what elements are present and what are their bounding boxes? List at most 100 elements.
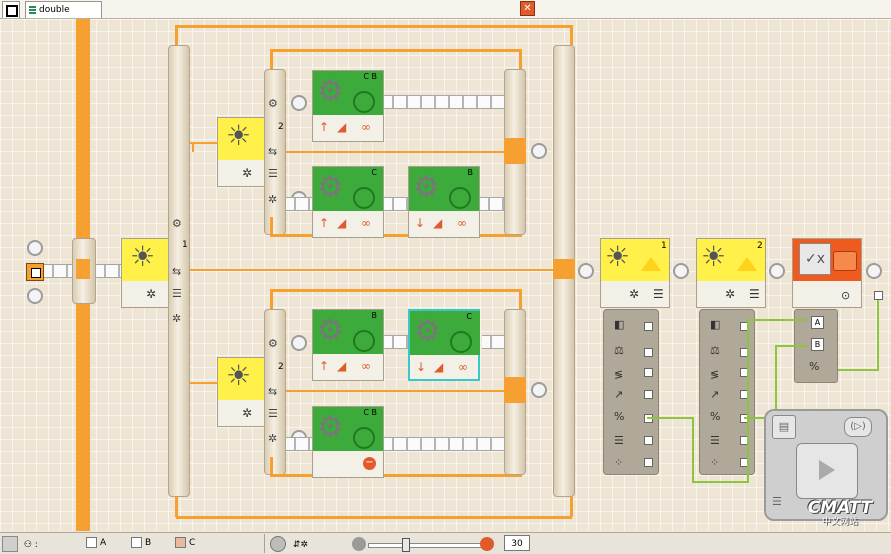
hub-port[interactable] [644, 368, 653, 377]
wire-segment [176, 516, 572, 519]
gear-icon: ⚙ [317, 170, 344, 205]
math-operator-icon: ✓x [799, 243, 831, 275]
light-sensor-icon: ☀ [130, 240, 156, 273]
wire-segment [190, 142, 218, 144]
data-hub-1[interactable]: ◧ ⚖ ≶ ↗ % ☰ ⁘ [603, 309, 659, 475]
divider [264, 534, 265, 553]
zoom-tool[interactable]: ⚇ : [2, 536, 38, 552]
data-wire [775, 345, 807, 347]
wire-segment [519, 49, 522, 69]
compare-icon: ≶ [710, 368, 720, 381]
motor-block-stop[interactable]: ⚙ C B − [312, 406, 384, 478]
math-input-a[interactable]: A [811, 316, 824, 329]
program-canvas[interactable]: ☀ ✲ 1 ⚙ ✲ ⇆ ☰ ☀ ✲ 2 ⚙ ✲ ⇆ ☰ ⚙ C B ↑ ◢ ∞ … [0, 19, 891, 531]
tab-double[interactable]: double [25, 1, 102, 18]
light-sensor-switch-bottom[interactable]: ☀ ✲ [217, 357, 265, 427]
wire-segment [176, 25, 572, 28]
pan-area[interactable] [796, 443, 858, 499]
wire-segment [270, 234, 522, 237]
rotate-icon [270, 536, 286, 552]
sequence-beam [384, 335, 408, 349]
hub-port[interactable] [644, 348, 653, 357]
light-sensor-block-1[interactable]: ☀ 1 ✲ ☰ [600, 238, 670, 308]
gear-icon: ⚙ [317, 313, 344, 348]
data-plug-icon: ☰ [268, 167, 278, 180]
output-plug-icon [833, 251, 857, 271]
stop-icon: − [363, 457, 376, 470]
unlimited-icon: ∞ [457, 216, 467, 230]
motor-block[interactable]: ⚙ C ↑ ◢ ∞ [312, 166, 384, 238]
settings-plug-icon: ⚙ [268, 337, 278, 350]
wire-segment [553, 259, 575, 279]
motor-block[interactable]: ⚙ B ↓ ◢ ∞ [408, 166, 480, 238]
sequence-beam [482, 335, 504, 349]
wire-segment [504, 377, 526, 403]
motor-block[interactable]: ⚙ B ↑ ◢ ∞ [312, 309, 384, 381]
hub-port[interactable] [644, 322, 653, 331]
data-plug-icon: ☰ [749, 287, 760, 301]
slider-thumb[interactable] [402, 538, 410, 552]
motor-block[interactable]: ⚙ C B ↑ ◢ ∞ [312, 70, 384, 142]
light-sensor-switch-top[interactable]: ☀ ✲ [217, 117, 265, 187]
wire-segment [190, 382, 218, 384]
sensor-settings-icon: ✲ [242, 406, 253, 420]
hub-port[interactable] [644, 390, 653, 399]
wire-segment [175, 25, 178, 45]
data-wire [775, 345, 777, 419]
light-sensor-block-2[interactable]: ☀ 2 ✲ ☰ [696, 238, 766, 308]
motor-port-label: C B [363, 408, 377, 417]
action-icon: ⇵✲ [292, 539, 308, 550]
wire-segment [570, 25, 573, 45]
sensor-port-number: 2 [757, 241, 763, 251]
slow-icon [352, 537, 366, 551]
motor-block-selected[interactable]: ⚙ C ↓ ◢ ∞ [408, 309, 480, 381]
hub-port[interactable] [644, 436, 653, 445]
math-input-b[interactable]: B [811, 338, 824, 351]
port-checkbox-b[interactable]: B [131, 536, 151, 550]
list-icon[interactable]: ☰ [772, 495, 792, 511]
output-port[interactable] [874, 291, 883, 300]
wire-segment [270, 289, 522, 292]
direction-up-icon: ↑ [319, 359, 330, 373]
intensity-icon: % [710, 410, 721, 423]
home-tab[interactable] [2, 1, 20, 18]
power-value-input[interactable]: 30 [504, 535, 530, 551]
data-wire [877, 295, 879, 371]
sensor-port-number: 1 [661, 241, 667, 251]
sequence-ring [291, 335, 307, 351]
port-checkbox-c[interactable]: C [175, 536, 195, 550]
power-control[interactable]: ⇵✲ [270, 536, 308, 552]
sequence-ring [673, 263, 689, 279]
play-icon [819, 460, 835, 480]
watermark-title: CMATT [807, 498, 873, 518]
compare-arrow-icon [641, 257, 661, 271]
forward-button[interactable]: (▷) [844, 417, 872, 437]
data-wire [747, 319, 807, 321]
wire-segment [519, 289, 522, 309]
light-sensor-icon: ☀ [605, 240, 631, 273]
motor-port-label: C [371, 168, 377, 177]
sequence-beam [384, 197, 408, 211]
port-checkbox-a[interactable]: A [86, 536, 106, 550]
gear-icon: ⚙ [317, 74, 344, 109]
close-icon[interactable]: ✕ [520, 1, 535, 16]
watermark: CMATT 中文网站 [792, 499, 888, 531]
wire-segment [286, 390, 504, 392]
motor-port-label: B [371, 311, 378, 320]
result-icon: % [809, 360, 820, 373]
wire-segment [270, 49, 273, 69]
settings-plug-icon: ✲ [268, 193, 278, 206]
light-sensor-switch-outer[interactable]: ☀ ✲ [121, 238, 169, 308]
binary-icon: ⁘ [710, 456, 720, 469]
raw-value-icon: ☰ [614, 434, 624, 447]
light-sensor-icon: ☀ [226, 359, 252, 392]
speed-slider[interactable] [352, 537, 494, 552]
port-label: A [100, 538, 107, 548]
math-block[interactable]: ✓x ⊙ [792, 238, 862, 308]
hub-port[interactable] [644, 458, 653, 467]
film-icon[interactable]: ▤ [772, 415, 796, 439]
settings-plug-icon: ✲ [172, 312, 182, 325]
start-point-icon[interactable] [26, 263, 44, 281]
sequence-beam [286, 197, 312, 211]
data-plug-icon: ⇆ [172, 265, 182, 278]
